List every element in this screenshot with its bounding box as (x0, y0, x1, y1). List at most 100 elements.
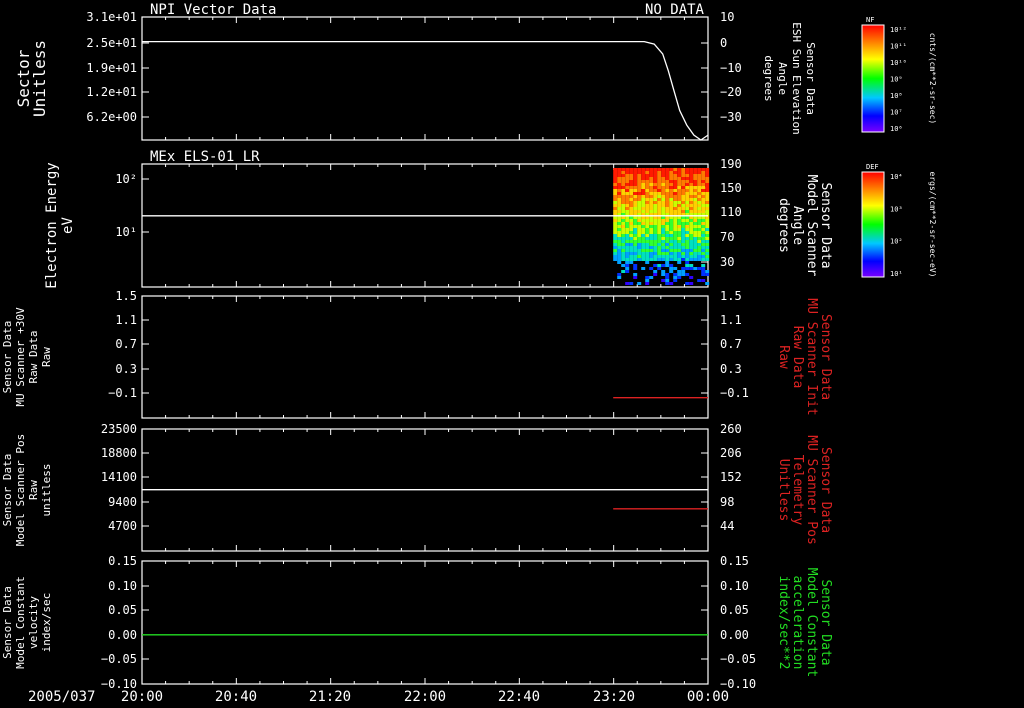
panel-frame (141, 560, 709, 685)
spectrogram-pixel (625, 261, 630, 264)
spectrogram-pixel (681, 255, 686, 258)
y-axis-label-right: MU Scanner Init (804, 298, 819, 415)
spectrogram-pixel (661, 195, 666, 198)
spectrogram-pixel (633, 225, 638, 228)
y-axis-label-right: Model Scanner (804, 175, 819, 277)
spectrogram-pixel (669, 183, 674, 186)
spectrogram-pixel (653, 204, 658, 207)
spectrogram-pixel (637, 252, 642, 255)
spectrogram-pixel (669, 204, 674, 207)
spectrogram-pixel (637, 210, 642, 213)
spectrogram-pixel (681, 270, 686, 273)
spectrogram-pixel (693, 168, 698, 171)
spectrogram-pixel (661, 171, 666, 174)
colorbar-2: DEF 10⁴ 10³ 10² 10¹ ergs/(cm**2-sr-sec-eV) (861, 163, 937, 278)
spectrogram-pixel (677, 249, 682, 252)
spectrogram-pixel (621, 237, 626, 240)
spectrogram-pixel (705, 270, 710, 273)
x-tick-label: 00:00 (687, 689, 729, 705)
spectrogram-pixel (657, 267, 662, 270)
spectrogram-pixel (641, 228, 646, 231)
spectrogram-pixel (693, 177, 698, 180)
spectrogram-pixel (697, 195, 702, 198)
spectrogram-pixel (645, 192, 650, 195)
spectrogram-pixel (689, 198, 694, 201)
spectrogram-pixel (621, 240, 626, 243)
spectrogram-pixel (641, 195, 646, 198)
spectrogram-pixel (625, 195, 630, 198)
spectrogram-pixel (697, 234, 702, 237)
spectrogram-pixel (617, 192, 622, 195)
spectrogram-pixel (633, 195, 638, 198)
spectrogram-pixel (633, 186, 638, 189)
spectrogram-pixel (653, 264, 658, 267)
spectrogram-pixel (653, 192, 658, 195)
spectrogram-pixel (685, 201, 690, 204)
spectrogram-pixel (701, 219, 706, 222)
y-axis-label-right: index/sec**2 (776, 576, 791, 670)
spectrogram-pixel (665, 186, 670, 189)
spectrogram-pixel (685, 189, 690, 192)
spectrogram-pixel (677, 276, 682, 279)
spectrogram-pixel (689, 228, 694, 231)
spectrogram-pixel (677, 252, 682, 255)
spectrogram-pixel (653, 174, 658, 177)
spectrogram-pixel (681, 189, 686, 192)
spectrogram-pixel (633, 168, 638, 171)
spectrogram-pixel (661, 240, 666, 243)
y-tick-label-left: 0.15 (108, 554, 137, 568)
spectrogram-pixel (657, 243, 662, 246)
spectrogram-pixel (665, 279, 670, 282)
spectrogram-pixel (637, 198, 642, 201)
spectrogram-pixel (617, 258, 622, 261)
spectrogram-pixel (685, 246, 690, 249)
y-tick-label-right: 10 (720, 10, 734, 24)
spectrogram-pixel (641, 192, 646, 195)
spectrogram-pixel (625, 246, 630, 249)
spectrogram-pixel (649, 180, 654, 183)
spectrogram-pixel (669, 219, 674, 222)
spectrogram-pixel (661, 180, 666, 183)
spectrogram-pixel (705, 258, 710, 261)
spectrogram-pixel (693, 204, 698, 207)
spectrogram-pixel (669, 210, 674, 213)
spectrogram-pixel (637, 222, 642, 225)
spectrogram-pixel (681, 237, 686, 240)
spectrogram-pixel (665, 255, 670, 258)
spectrogram-pixel (621, 249, 626, 252)
spectrogram-pixel (621, 201, 626, 204)
spectrogram-pixel (681, 249, 686, 252)
spectrogram-pixel (633, 264, 638, 267)
spectrogram-pixel (617, 183, 622, 186)
spectrogram-pixel (673, 189, 678, 192)
spectrogram-pixel (665, 189, 670, 192)
spectrogram-pixel (621, 189, 626, 192)
spectrogram-pixel (705, 174, 710, 177)
spectrogram-pixel (661, 225, 666, 228)
spectrogram-pixel (677, 270, 682, 273)
panel-frame (141, 16, 709, 141)
spectrogram-pixel (693, 240, 698, 243)
y-tick-label-right: 1.1 (720, 313, 742, 327)
spectrogram-pixel (673, 180, 678, 183)
panel-1: NPI Vector Data NO DATA 3.1e+01 2.5e+01 1.9e… (14, 2, 817, 141)
spectrogram-pixel (629, 243, 634, 246)
colorbar-label: DEF (866, 163, 879, 171)
spectrogram-pixel (705, 177, 710, 180)
spectrogram-pixel (697, 189, 702, 192)
spectrogram-pixel (665, 204, 670, 207)
spectrogram-pixel (657, 192, 662, 195)
spectrogram-pixel (617, 189, 622, 192)
spectrogram-pixel (677, 255, 682, 258)
spectrogram-pixel (649, 201, 654, 204)
spectrogram-pixel (641, 219, 646, 222)
spectrogram-pixel (665, 234, 670, 237)
spectrogram-pixel (625, 249, 630, 252)
spectrogram-pixel (661, 174, 666, 177)
spectrogram-pixel (665, 192, 670, 195)
spectrogram-pixel (657, 252, 662, 255)
spectrogram-pixel (641, 201, 646, 204)
spectrogram-pixel (649, 189, 654, 192)
spectrogram-pixel (649, 204, 654, 207)
y-tick-label-right: −20 (720, 85, 742, 99)
